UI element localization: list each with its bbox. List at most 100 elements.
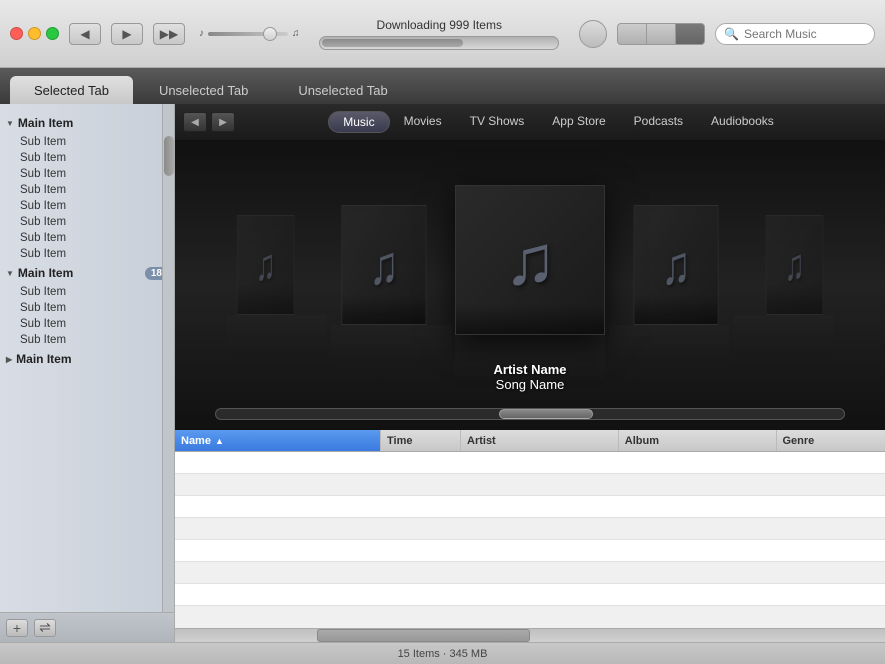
- tab-unselected-1[interactable]: Unselected Tab: [135, 76, 272, 104]
- album-near-left: ♫: [331, 205, 451, 365]
- track-row[interactable]: [175, 540, 885, 562]
- sidebar-sub-item-2-1[interactable]: Sub Item: [0, 284, 174, 300]
- music-note-icon-4: ♫: [785, 239, 804, 291]
- volume-high-icon: ♫: [292, 28, 300, 39]
- tab-unselected-2[interactable]: Unselected Tab: [274, 76, 411, 104]
- maximize-button[interactable]: [46, 27, 59, 40]
- round-view-button-1[interactable]: [579, 20, 607, 48]
- back-button[interactable]: ◀: [69, 23, 101, 45]
- media-tab-movies[interactable]: Movies: [390, 111, 456, 133]
- media-tab-podcasts[interactable]: Podcasts: [620, 111, 697, 133]
- album-near-right: ♫: [609, 205, 729, 365]
- music-note-icon-3: ♫: [661, 233, 690, 297]
- cover-scrollbar-thumb[interactable]: [499, 409, 593, 419]
- forward-icon: ▶▶: [160, 27, 178, 41]
- progress-bar-container: [319, 36, 559, 50]
- track-row[interactable]: [175, 474, 885, 496]
- media-back-button[interactable]: ◀: [183, 112, 207, 132]
- volume-thumb[interactable]: [263, 27, 277, 41]
- album-far-right: ♫: [733, 215, 833, 355]
- sidebar-sub-item-2-4[interactable]: Sub Item: [0, 332, 174, 348]
- album-cover-far-right[interactable]: ♫: [766, 215, 823, 315]
- cover-scrollbar[interactable]: [215, 408, 845, 420]
- close-button[interactable]: [10, 27, 23, 40]
- sidebar-sub-item-1-8[interactable]: Sub Item: [0, 246, 174, 262]
- media-tab-audiobooks[interactable]: Audiobooks: [697, 111, 788, 133]
- sidebar-scroll-thumb[interactable]: [164, 136, 174, 176]
- track-row[interactable]: [175, 452, 885, 474]
- track-row[interactable]: [175, 584, 885, 606]
- album-far-left: ♫: [227, 215, 327, 355]
- search-input[interactable]: [744, 27, 866, 41]
- sidebar-section-main-item-2[interactable]: ▼ Main Item 18: [0, 262, 174, 284]
- track-row[interactable]: [175, 518, 885, 540]
- search-box[interactable]: 🔍: [715, 23, 875, 45]
- minimize-button[interactable]: [28, 27, 41, 40]
- song-name: Song Name: [494, 377, 567, 392]
- album-cover-far-left[interactable]: ♫: [237, 215, 294, 315]
- play-icon: ▶: [122, 27, 131, 41]
- sidebar-sub-item-1-5[interactable]: Sub Item: [0, 198, 174, 214]
- sidebar-section-main-item-1[interactable]: ▼ Main Item: [0, 112, 174, 134]
- col-artist[interactable]: Artist: [461, 430, 619, 451]
- shuffle-button[interactable]: ⇌: [34, 619, 56, 637]
- cover-flow-inner: ♫ ♫ ♫: [227, 185, 833, 385]
- track-row[interactable]: [175, 562, 885, 584]
- download-label: Downloading 999 Items: [377, 18, 502, 32]
- volume-track[interactable]: [208, 32, 288, 36]
- view-grid-button[interactable]: [646, 23, 676, 45]
- col-album[interactable]: Album: [619, 430, 777, 451]
- add-playlist-button[interactable]: +: [6, 619, 28, 637]
- view-list-button[interactable]: [617, 23, 647, 45]
- sidebar-scrollbar[interactable]: [162, 104, 174, 612]
- media-forward-button[interactable]: ▶: [211, 112, 235, 132]
- tab-selected[interactable]: Selected Tab: [10, 76, 133, 104]
- sidebar-sub-item-1-7[interactable]: Sub Item: [0, 230, 174, 246]
- sidebar-sub-item-1-4[interactable]: Sub Item: [0, 182, 174, 198]
- sidebar-sub-item-2-3[interactable]: Sub Item: [0, 316, 174, 332]
- sidebar-sub-item-1-1[interactable]: Sub Item: [0, 134, 174, 150]
- content-scrollbar[interactable]: [175, 628, 885, 642]
- track-rows[interactable]: [175, 452, 885, 628]
- section-2-label: Main Item: [18, 266, 73, 280]
- track-row[interactable]: [175, 496, 885, 518]
- section-3-label: Main Item: [16, 352, 71, 366]
- col-name[interactable]: Name ▲: [175, 430, 381, 451]
- artist-name: Artist Name: [494, 362, 567, 377]
- media-tabs: Music Movies TV Shows App Store Podcasts…: [239, 111, 877, 133]
- cover-flow[interactable]: ♫ ♫ ♫: [175, 140, 885, 430]
- album-cover-near-right[interactable]: ♫: [634, 205, 719, 325]
- add-icon: +: [13, 620, 21, 636]
- volume-slider[interactable]: ♪ ♫: [199, 28, 300, 39]
- sort-arrow-icon: ▲: [215, 436, 224, 446]
- view-coverflow-button[interactable]: [675, 23, 705, 45]
- search-icon: 🔍: [724, 27, 739, 41]
- media-tab-tvshows[interactable]: TV Shows: [456, 111, 539, 133]
- album-cover-center[interactable]: ♫: [455, 185, 605, 335]
- sidebar-section-main-item-3[interactable]: ▶ Main Item: [0, 348, 174, 370]
- expand-triangle-2: ▼: [6, 269, 14, 278]
- sidebar-sub-item-2-2[interactable]: Sub Item: [0, 300, 174, 316]
- sidebar-sub-item-1-2[interactable]: Sub Item: [0, 150, 174, 166]
- back-icon: ◀: [80, 27, 89, 41]
- traffic-lights: [10, 27, 59, 40]
- forward-button[interactable]: ▶▶: [153, 23, 185, 45]
- sidebar-sub-item-1-3[interactable]: Sub Item: [0, 166, 174, 182]
- col-time[interactable]: Time: [381, 430, 461, 451]
- content-scrollbar-thumb[interactable]: [317, 629, 530, 642]
- sidebar-sub-item-1-6[interactable]: Sub Item: [0, 214, 174, 230]
- media-tab-music[interactable]: Music: [328, 111, 389, 133]
- music-note-icon-center: ♫: [504, 220, 557, 300]
- album-cover-near-left[interactable]: ♫: [342, 205, 427, 325]
- media-tab-appstore[interactable]: App Store: [538, 111, 619, 133]
- sidebar-content[interactable]: ▼ Main Item Sub Item Sub Item Sub Item S…: [0, 104, 174, 612]
- titlebar: ◀ ▶ ▶▶ ♪ ♫ Downloading 999 Items 🔍: [0, 0, 885, 68]
- tab-bar: Selected Tab Unselected Tab Unselected T…: [0, 68, 885, 104]
- tab-unselected-2-label: Unselected Tab: [298, 83, 387, 98]
- status-label: 15 Items · 345 MB: [398, 648, 488, 660]
- play-button[interactable]: ▶: [111, 23, 143, 45]
- col-genre[interactable]: Genre: [777, 430, 885, 451]
- content-panel: ◀ ▶ Music Movies TV Shows App Store: [175, 104, 885, 642]
- status-bar: 15 Items · 345 MB: [0, 642, 885, 664]
- music-note-icon-2: ♫: [369, 233, 398, 297]
